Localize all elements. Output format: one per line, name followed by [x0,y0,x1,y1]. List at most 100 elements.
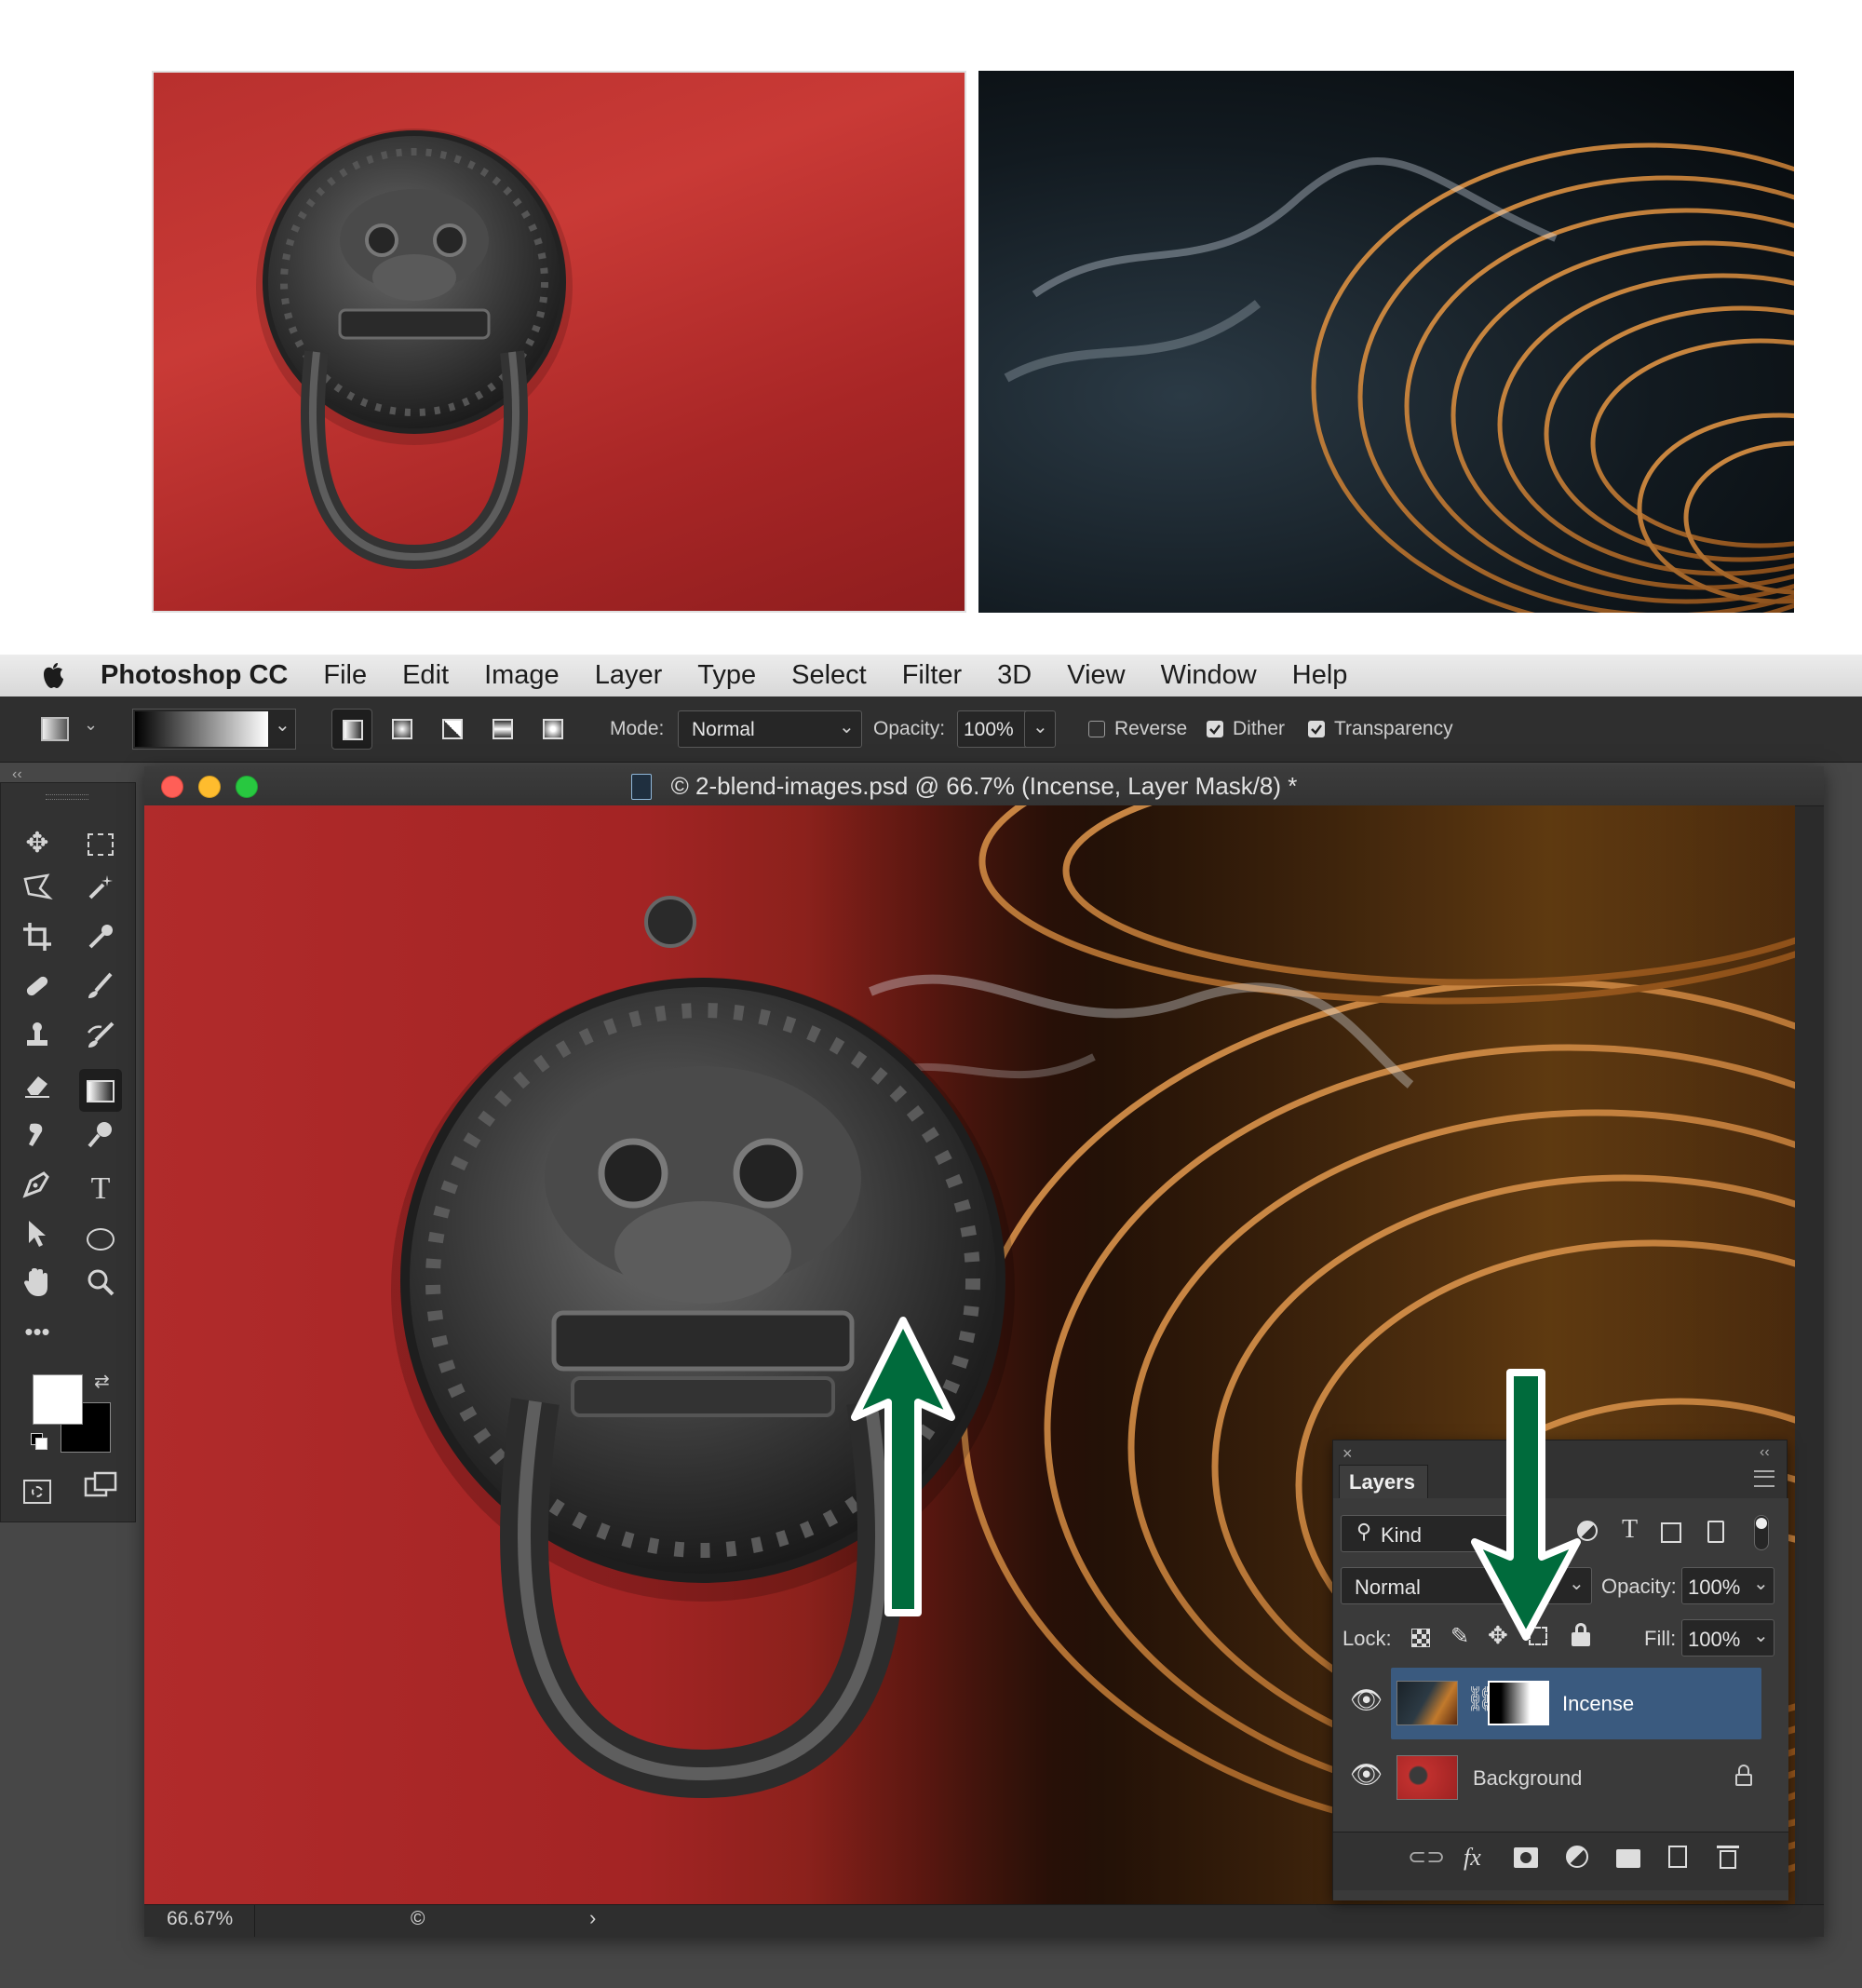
add-layer-mask-icon[interactable] [1514,1847,1538,1868]
menu-file[interactable]: File [323,660,367,691]
diamond-gradient-icon [543,719,563,739]
link-layers-icon[interactable]: ⊂⊃ [1408,1844,1445,1871]
fx-layer-style-icon[interactable]: fx [1464,1844,1481,1872]
chevron-down-icon: ⌄ [84,715,99,734]
menu-type[interactable]: Type [697,660,756,691]
layer-opacity-input[interactable]: 100% ⌄ [1681,1567,1774,1604]
healing-brush-icon[interactable] [16,970,59,1013]
layer-row-incense[interactable]: 👁 ⛓ Incense [1350,1668,1761,1739]
swap-colors-icon[interactable]: ⇄ [94,1370,110,1393]
layers-bottom-bar: ⊂⊃ fx [1333,1832,1788,1890]
filter-kind-value: Kind [1381,1523,1423,1547]
crop-icon[interactable] [16,921,59,964]
menu-3d[interactable]: 3D [997,660,1032,691]
lock-transparent-pixels-icon[interactable] [1411,1629,1430,1647]
filter-shape-icon[interactable] [1661,1522,1681,1543]
default-colors-icon[interactable] [31,1433,47,1450]
close-panel-icon[interactable]: × [1343,1444,1353,1464]
more-tools-icon[interactable]: ••• [16,1316,59,1359]
reverse-label: Reverse [1114,718,1188,739]
screen-mode-icon[interactable] [79,1469,122,1512]
mode-select[interactable]: Normal ⌄ [678,710,862,748]
panel-grip[interactable] [46,794,88,800]
angle-gradient-button[interactable] [432,709,473,750]
collapse-panel-icon[interactable]: ‹‹ [1760,1444,1770,1461]
eraser-icon[interactable] [16,1069,59,1112]
apple-logo-icon[interactable] [41,662,65,690]
dodge-icon[interactable] [79,1118,122,1161]
layer-thumbnail [1396,1755,1458,1800]
eyedropper-icon[interactable] [79,921,122,964]
menu-image[interactable]: Image [484,660,560,691]
visibility-eye-icon[interactable]: 👁 [1350,1684,1383,1715]
checkmark-icon [1311,724,1322,735]
filter-toggle-switch[interactable] [1754,1515,1769,1550]
move-icon[interactable]: ✥ [16,822,59,865]
layer-name-background[interactable]: Background [1473,1766,1582,1791]
diamond-gradient-button[interactable] [533,709,573,750]
chevron-down-icon: ⌄ [1032,717,1048,737]
new-layer-icon[interactable] [1668,1846,1687,1868]
menu-select[interactable]: Select [791,660,867,691]
menu-layer[interactable]: Layer [595,660,663,691]
clone-stamp-icon[interactable] [16,1020,59,1062]
menu-help[interactable]: Help [1292,660,1348,691]
fill-value: 100% [1688,1628,1741,1651]
dither-checkbox[interactable] [1207,721,1223,737]
visibility-eye-icon[interactable]: 👁 [1350,1759,1383,1790]
collapse-panel-icon[interactable]: ‹‹ [12,766,22,783]
tool-preset-picker[interactable]: ⌄ [41,715,106,743]
path-selection-icon[interactable] [16,1217,59,1260]
menu-view[interactable]: View [1067,660,1125,691]
layers-tab[interactable]: Layers [1339,1465,1428,1499]
arrow-up-annotation [851,1317,955,1616]
incense-coils-photo [978,71,1794,613]
menu-bar: Photoshop CC File Edit Image Layer Type … [0,655,1862,697]
foreground-color-swatch[interactable] [33,1374,83,1425]
adjustment-layer-icon[interactable] [1566,1846,1588,1868]
transparency-label: Transparency [1334,718,1453,739]
type-icon[interactable]: T [79,1168,122,1210]
tools-panel: ‹‹ ✥ T ••• ⇄ [0,766,136,1522]
status-menu-arrow-icon[interactable]: › [589,1906,596,1930]
menu-window[interactable]: Window [1161,660,1257,691]
pen-icon[interactable] [16,1168,59,1210]
magic-wand-icon[interactable] [79,872,122,914]
rectangular-marquee-icon[interactable] [79,822,122,865]
radial-gradient-button[interactable] [382,709,423,750]
layer-mask-thumbnail[interactable] [1488,1681,1549,1725]
menu-filter[interactable]: Filter [902,660,962,691]
transparency-checkbox[interactable] [1308,721,1325,737]
gradient-icon[interactable] [79,1069,122,1112]
brush-icon[interactable] [79,970,122,1013]
linear-gradient-button[interactable] [331,709,372,750]
blend-mode-value: Normal [1355,1576,1421,1599]
quick-mask-icon[interactable] [16,1469,59,1512]
opacity-dropdown[interactable]: ⌄ [1024,710,1056,748]
reverse-checkbox[interactable] [1088,721,1105,737]
ellipse-icon[interactable] [79,1217,122,1260]
reflected-gradient-button[interactable] [482,709,523,750]
filter-smart-object-icon[interactable] [1707,1521,1724,1543]
radial-gradient-icon [392,719,412,739]
zoom-level[interactable]: 66.67% [167,1908,233,1930]
door-knocker-photo [152,71,966,613]
new-group-folder-icon[interactable] [1616,1849,1640,1868]
fill-input[interactable]: 100% ⌄ [1681,1619,1774,1657]
delete-layer-trash-icon[interactable] [1717,1846,1739,1870]
filter-type-icon[interactable]: T [1622,1515,1638,1545]
gradient-picker[interactable]: ⌄ [132,709,296,750]
history-brush-icon[interactable] [79,1020,122,1062]
hand-icon[interactable] [16,1266,59,1309]
fill-label: Fill: [1644,1627,1677,1650]
layer-name-incense[interactable]: Incense [1562,1692,1634,1716]
menu-app-name[interactable]: Photoshop CC [101,660,288,691]
menu-edit[interactable]: Edit [402,660,449,691]
layer-row-background[interactable]: 👁 Background [1350,1742,1761,1814]
chevron-down-icon: ⌄ [275,715,290,736]
smudge-icon[interactable] [16,1118,59,1161]
panel-menu-icon[interactable] [1754,1470,1774,1487]
gradient-tool-preset-icon [41,717,69,741]
polygonal-lasso-icon[interactable] [16,872,59,914]
zoom-icon[interactable] [79,1266,122,1309]
